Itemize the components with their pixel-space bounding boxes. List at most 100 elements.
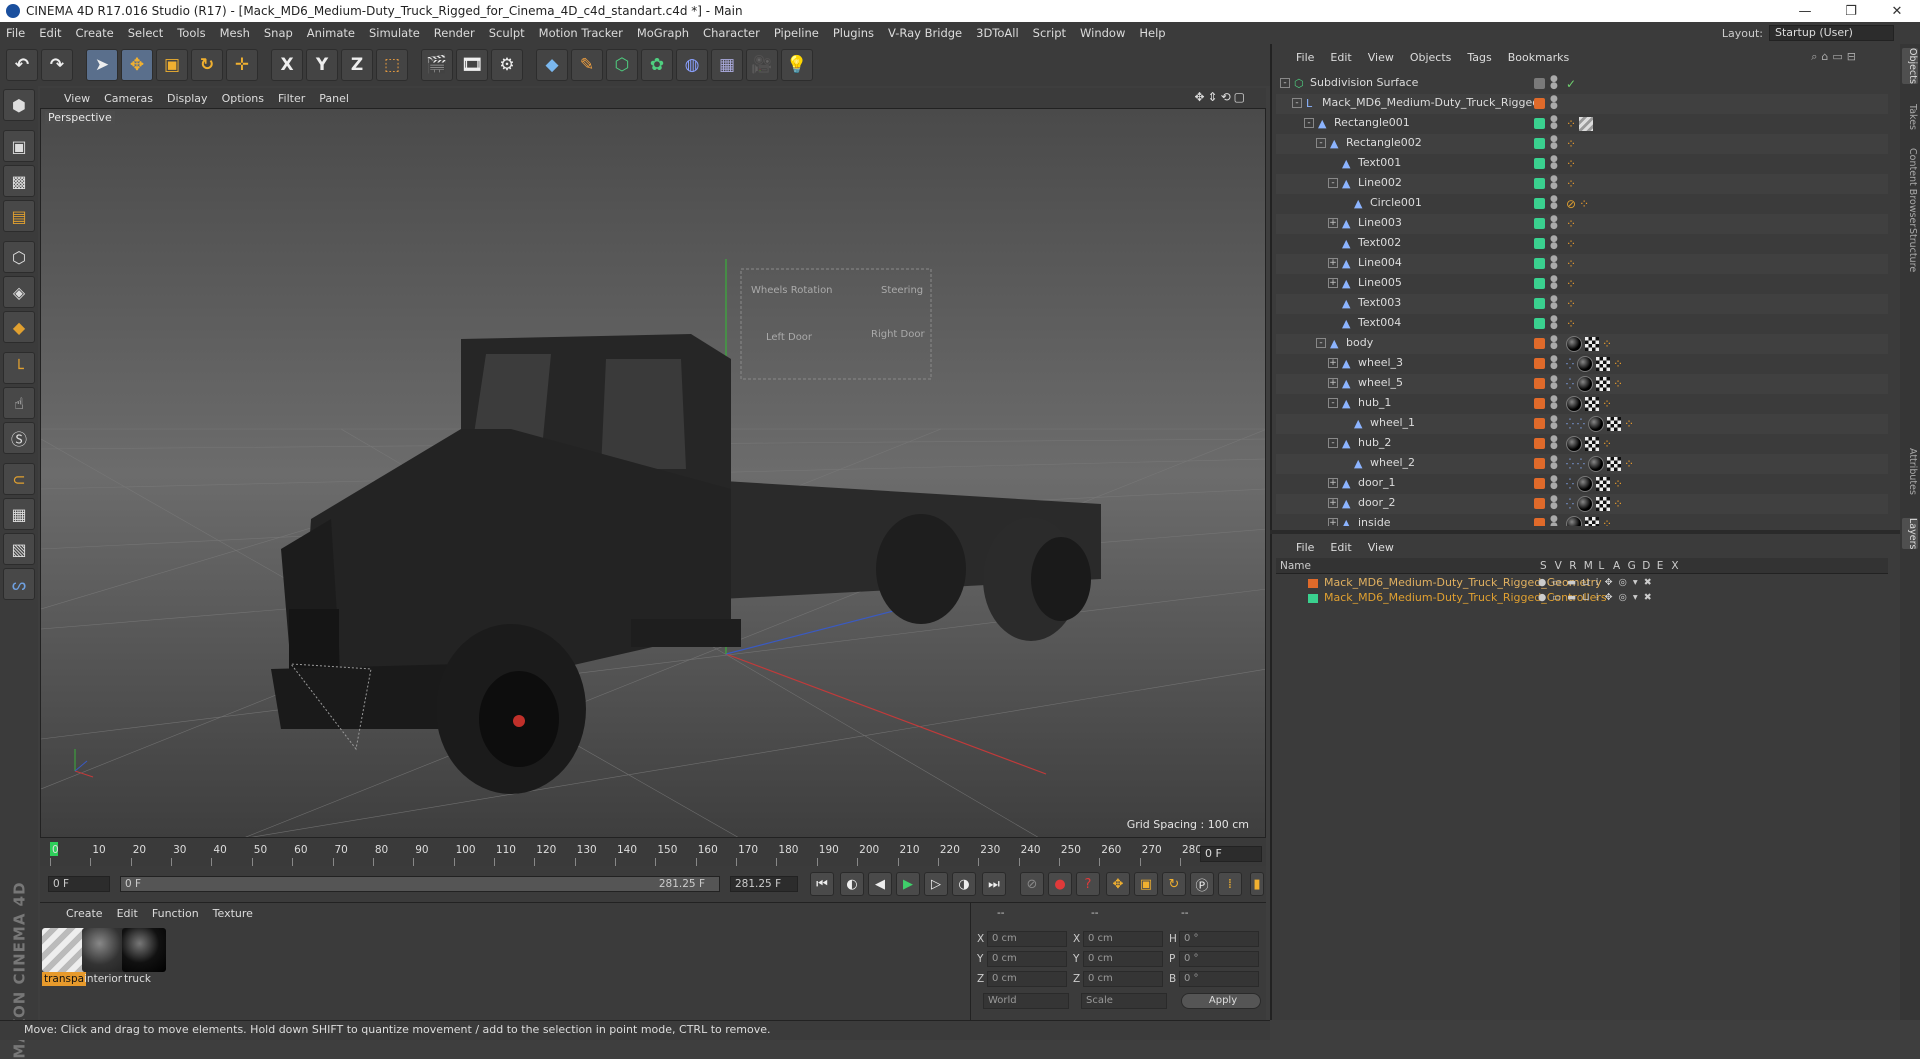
layer-color-swatch[interactable] (1534, 418, 1545, 429)
disabled-tag-icon[interactable]: ⊘ (1566, 197, 1576, 211)
object-row-line002[interactable]: - ▲ Line002 ● ● ⁘ (1276, 174, 1888, 194)
object-row-door-1[interactable]: + ▲ door_1 ● ● ⁛ ⁘ (1276, 474, 1888, 494)
expression-tag-icon[interactable]: ⁘ (1624, 417, 1634, 431)
layer-color-swatch[interactable] (1534, 218, 1545, 229)
expression-tag-icon[interactable]: ⁘ (1602, 437, 1612, 451)
tweak-mode-icon[interactable]: ☝ (3, 387, 35, 419)
layer-row[interactable]: Mack_MD6_Medium-Duty_Truck_Rigged_Contro… (1276, 591, 1888, 606)
autokey-icon[interactable]: ? (1076, 872, 1100, 896)
object-name[interactable]: Text002 (1358, 236, 1401, 249)
floor-icon[interactable]: ▦ (711, 49, 743, 81)
render-picture-viewer-icon[interactable]: 🎞 (456, 49, 488, 81)
timeline-window-icon[interactable]: ▮ (1250, 872, 1264, 896)
play-icon[interactable]: ▶ (896, 872, 920, 896)
expression-tag-icon[interactable]: ⁘ (1602, 517, 1612, 526)
object-name[interactable]: Rectangle001 (1334, 116, 1410, 129)
axis-mode-icon[interactable]: └ (3, 352, 35, 384)
position-field[interactable]: 0 cm (987, 971, 1067, 987)
visibility-dots-icon[interactable]: ● ● (1550, 175, 1558, 191)
viewport-menu-panel[interactable]: Panel (319, 92, 349, 105)
visibility-dots-icon[interactable]: ● ● (1550, 315, 1558, 331)
material-tag-icon[interactable] (1576, 376, 1593, 392)
expand-toggle-icon[interactable]: + (1328, 358, 1338, 368)
layer-color-swatch[interactable] (1308, 594, 1318, 603)
object-name[interactable]: wheel_5 (1358, 376, 1403, 389)
visibility-dots-icon[interactable]: ● ● (1550, 435, 1558, 451)
perspective-viewport[interactable]: Wheels Rotation Steering Left Door Right… (40, 108, 1266, 838)
object-name[interactable]: Text003 (1358, 296, 1401, 309)
visibility-dots-icon[interactable]: ● ● (1550, 295, 1558, 311)
layer-color-swatch[interactable] (1534, 438, 1545, 449)
solo-icon[interactable]: Ⓢ (3, 422, 35, 454)
material-menu-function[interactable]: Function (152, 907, 199, 920)
polygons-mode-icon[interactable]: ◆ (3, 311, 35, 343)
key-scale-icon[interactable]: ▣ (1134, 872, 1158, 896)
material-tag-icon[interactable] (1566, 436, 1582, 452)
material-tag-icon[interactable] (1587, 416, 1604, 432)
viewport-navigation-icons[interactable]: ✥⇕⟲▢ (1194, 90, 1248, 104)
visibility-dots-icon[interactable]: ● ● (1550, 415, 1558, 431)
object-name[interactable]: Line002 (1358, 176, 1402, 189)
world-coord-icon[interactable]: ⬚ (376, 49, 408, 81)
material-swatch[interactable]: truck (122, 928, 166, 986)
recent-tool-icon[interactable]: ✛ (226, 49, 258, 81)
start-frame-field[interactable]: 0 F (48, 876, 110, 892)
expression-tag-icon[interactable]: ⁘ (1566, 137, 1576, 151)
layer-menu-view[interactable]: View (1368, 541, 1394, 554)
expand-toggle-icon[interactable]: + (1328, 478, 1338, 488)
material-swatch[interactable]: transpa (42, 928, 86, 986)
viewport-label[interactable]: Perspective (45, 111, 115, 124)
size-field[interactable]: 0 cm (1083, 931, 1163, 947)
object-row-wheel-1[interactable]: ▲ wheel_1 ● ● ⁛ ⁛ ⁘ (1276, 414, 1888, 434)
layer-color-swatch[interactable] (1534, 198, 1545, 209)
object-name[interactable]: Text001 (1358, 156, 1401, 169)
object-name[interactable]: body (1346, 336, 1373, 349)
expression-tag-icon[interactable]: ⁘ (1613, 497, 1623, 511)
record-icon[interactable]: ● (1048, 872, 1072, 896)
object-name[interactable]: Subdivision Surface (1310, 76, 1418, 89)
viewport-menu-view[interactable]: View (64, 92, 90, 105)
material-tag-icon[interactable] (1576, 496, 1593, 512)
layer-menu-file[interactable]: File (1296, 541, 1314, 554)
menu-motion-tracker[interactable]: Motion Tracker (539, 26, 623, 40)
right-tab-structure[interactable]: Structure (1902, 228, 1918, 272)
object-menu-file[interactable]: File (1296, 51, 1314, 64)
previous-key-icon[interactable]: ◐ (840, 872, 864, 896)
edges-mode-icon[interactable]: ◈ (3, 276, 35, 308)
layer-color-swatch[interactable] (1534, 378, 1545, 389)
object-row-line005[interactable]: + ▲ Line005 ● ● ⁘ (1276, 274, 1888, 294)
uvw-tag-icon[interactable] (1585, 437, 1599, 451)
menu-3dtoall[interactable]: 3DToAll (976, 26, 1019, 40)
timeline-ruler[interactable]: 0 10 20 30 40 50 60 70 80 90 100 110 120 130 140 150 160… (40, 838, 1266, 866)
object-row-rectangle002[interactable]: - ▲ Rectangle002 ● ● ⁘ (1276, 134, 1888, 154)
layer-menu-edit[interactable]: Edit (1330, 541, 1351, 554)
keyframe-selection-icon[interactable]: ⊘ (1020, 872, 1044, 896)
menu-mograph[interactable]: MoGraph (637, 26, 689, 40)
expand-toggle-icon[interactable]: - (1328, 438, 1338, 448)
menu-edit[interactable]: Edit (39, 26, 61, 40)
redo-icon[interactable]: ↷ (41, 49, 73, 81)
close-icon[interactable]: ✕ (1874, 0, 1920, 22)
object-row-hub-1[interactable]: - ▲ hub_1 ● ● ⁘ (1276, 394, 1888, 414)
layer-color-swatch[interactable] (1534, 398, 1545, 409)
expand-toggle-icon[interactable]: - (1292, 98, 1302, 108)
object-row-body[interactable]: - ▲ body ● ● ⁘ (1276, 334, 1888, 354)
object-row-inside[interactable]: + ▲ inside ● ● ⁘ (1276, 514, 1888, 526)
material-menu-texture[interactable]: Texture (213, 907, 253, 920)
expand-toggle-icon[interactable]: + (1328, 218, 1338, 228)
layer-color-swatch[interactable] (1534, 78, 1545, 89)
xpresso-tag-icon[interactable]: ⁛ (1566, 359, 1574, 370)
grid-snap-icon[interactable]: ▧ (3, 533, 35, 565)
layer-color-swatch[interactable] (1534, 358, 1545, 369)
object-row-door-2[interactable]: + ▲ door_2 ● ● ⁛ ⁘ (1276, 494, 1888, 514)
layer-color-swatch[interactable] (1534, 478, 1545, 489)
menu-select[interactable]: Select (128, 26, 163, 40)
object-menu-bookmarks[interactable]: Bookmarks (1508, 51, 1569, 64)
expression-tag-icon[interactable]: ⁘ (1602, 397, 1612, 411)
object-name[interactable]: hub_1 (1358, 396, 1391, 409)
expand-toggle-icon[interactable]: - (1328, 398, 1338, 408)
expression-tag-icon[interactable]: ⁘ (1579, 197, 1589, 211)
expression-tag-icon[interactable]: ⁘ (1566, 117, 1576, 131)
expression-tag-icon[interactable]: ⁘ (1624, 457, 1634, 471)
uvw-tag-icon[interactable] (1585, 397, 1599, 411)
